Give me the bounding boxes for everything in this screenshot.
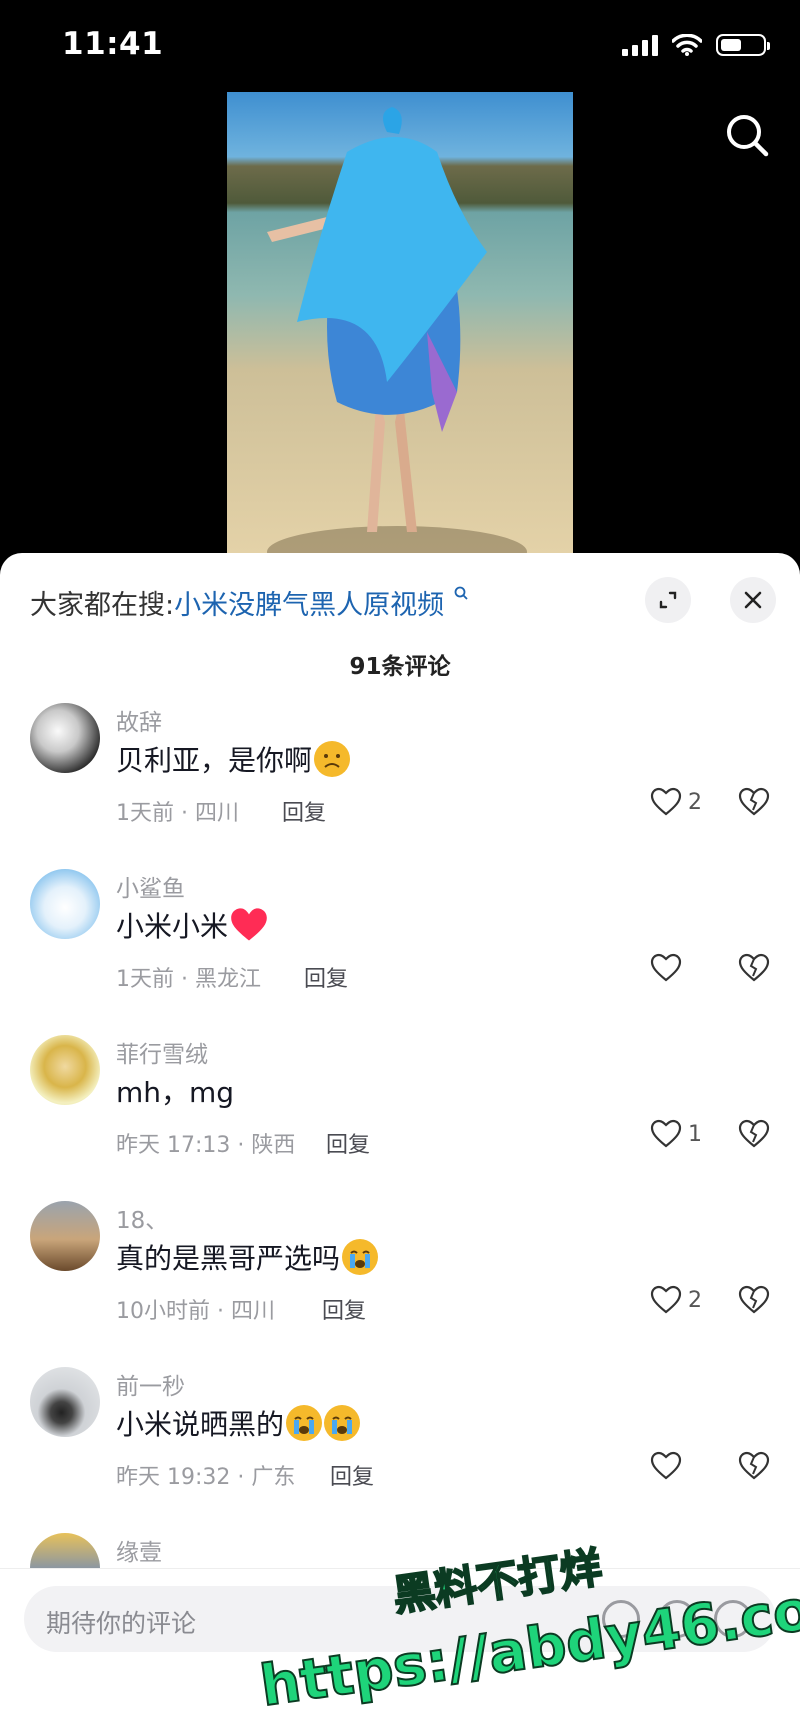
dislike-button[interactable] <box>738 1451 770 1485</box>
broken-heart-icon <box>738 787 770 816</box>
dislike-button[interactable] <box>738 1119 770 1153</box>
reply-button[interactable]: 回复 <box>304 961 348 993</box>
like-button[interactable]: 2 <box>650 787 702 817</box>
reply-button[interactable]: 回复 <box>322 1293 366 1325</box>
comment-meta: 昨天 19:32 · 广东 <box>116 1465 296 1490</box>
comment-text: 真的是黑哥严选吗 <box>116 1237 379 1277</box>
comment-meta: 1天前 · 黑龙江 <box>116 967 261 992</box>
reply-button[interactable]: 回复 <box>282 795 326 827</box>
like-count: 1 <box>688 1121 702 1147</box>
comment-text-content: 贝利亚，是你啊 <box>116 744 313 777</box>
comment-text: mh，mg <box>116 1071 234 1111</box>
comment-meta: 昨天 17:13 · 陕西 <box>116 1133 296 1158</box>
close-button[interactable] <box>730 577 776 623</box>
suggestion-query-link[interactable]: 小米没脾气黑人原视频 <box>174 590 444 621</box>
like-button[interactable]: 1 <box>650 1119 702 1149</box>
comment-username[interactable]: 故辞 <box>116 703 162 737</box>
dislike-button[interactable] <box>738 1285 770 1319</box>
like-button[interactable] <box>650 1451 682 1481</box>
wifi-icon <box>672 34 702 56</box>
reply-button[interactable]: 回复 <box>326 1127 370 1159</box>
broken-heart-icon <box>738 953 770 982</box>
avatar-3[interactable] <box>30 1035 100 1105</box>
comment-item: 18、 真的是黑哥严选吗 10小时前 · 四川 回复 2 <box>0 1201 800 1361</box>
avatar-1[interactable] <box>30 703 100 773</box>
like-button[interactable] <box>650 953 682 983</box>
comment-username[interactable]: 18、 <box>116 1201 168 1235</box>
comment-item: 故辞 贝利亚，是你啊 1天前 · 四川 回复 2 <box>0 703 800 863</box>
like-button[interactable]: 2 <box>650 1285 702 1315</box>
comment-username[interactable]: 菲行雪绒 <box>116 1035 208 1069</box>
comment-meta: 10小时前 · 四川 <box>116 1299 275 1324</box>
comment-username[interactable]: 小鲨鱼 <box>116 869 185 903</box>
small-search-icon <box>454 586 468 600</box>
status-time: 11:41 <box>62 26 164 62</box>
heart-outline-icon <box>650 1119 682 1148</box>
comment-count: 91条评论 <box>349 654 451 680</box>
search-button[interactable] <box>720 108 776 164</box>
comment-text-content: 真的是黑哥严选吗 <box>116 1242 341 1275</box>
expand-button[interactable] <box>645 577 691 623</box>
avatar-5[interactable] <box>30 1367 100 1437</box>
dislike-button[interactable] <box>738 787 770 821</box>
search-icon <box>727 115 769 157</box>
heart-outline-icon <box>650 1285 682 1314</box>
anguished-face-emoji <box>314 741 351 777</box>
red-heart-emoji <box>231 908 267 941</box>
comment-username[interactable]: 前一秒 <box>116 1367 185 1401</box>
broken-heart-icon <box>738 1119 770 1148</box>
heart-outline-icon <box>650 953 682 982</box>
crying-face-emoji <box>324 1405 361 1441</box>
expand-icon <box>659 591 677 609</box>
comment-username[interactable]: 缘壹 <box>116 1533 162 1567</box>
video-player[interactable] <box>227 92 573 555</box>
comment-item: 小鲨鱼 小米小米 1天前 · 黑龙江 回复 <box>0 869 800 1029</box>
comment-meta: 1天前 · 四川 <box>116 801 239 826</box>
like-count: 2 <box>688 1287 702 1313</box>
comment-text: 小米说晒黑的 <box>116 1403 361 1443</box>
heart-outline-icon <box>650 787 682 816</box>
status-bar: 11:41 <box>0 0 800 92</box>
crying-face-emoji <box>342 1239 379 1275</box>
search-suggestion[interactable]: 大家都在搜:小米没脾气黑人原视频 <box>30 583 469 622</box>
reply-button[interactable]: 回复 <box>330 1459 374 1491</box>
comment-sheet: 大家都在搜:小米没脾气黑人原视频 91条评论 故辞 贝利亚，是你啊 1天前 · … <box>0 553 800 1731</box>
comment-text-content: 小米小米 <box>116 910 229 943</box>
cellular-signal-icon <box>622 34 658 56</box>
suggestion-label: 大家都在搜: <box>30 590 175 621</box>
dislike-button[interactable] <box>738 953 770 987</box>
comment-text: 贝利亚，是你啊 <box>116 739 351 779</box>
comment-item: 菲行雪绒 mh，mg 昨天 17:13 · 陕西 回复 1 <box>0 1035 800 1195</box>
heart-outline-icon <box>650 1451 682 1480</box>
comment-text: 小米小米 <box>116 905 268 945</box>
broken-heart-icon <box>738 1285 770 1314</box>
broken-heart-icon <box>738 1451 770 1480</box>
battery-icon <box>716 34 770 56</box>
comment-text-content: mh，mg <box>116 1076 235 1109</box>
like-count: 2 <box>688 789 702 815</box>
close-icon <box>744 591 762 609</box>
avatar-4[interactable] <box>30 1201 100 1271</box>
comment-text-content: 小米说晒黑的 <box>116 1408 285 1441</box>
crying-face-emoji <box>286 1405 323 1441</box>
comment-item: 前一秒 小米说晒黑的 昨天 19:32 · 广东 回复 <box>0 1367 800 1527</box>
avatar-2[interactable] <box>30 869 100 939</box>
video-frame-image <box>267 107 527 555</box>
status-icons <box>622 34 770 56</box>
comment-input-placeholder: 期待你的评论 <box>46 1609 197 1638</box>
